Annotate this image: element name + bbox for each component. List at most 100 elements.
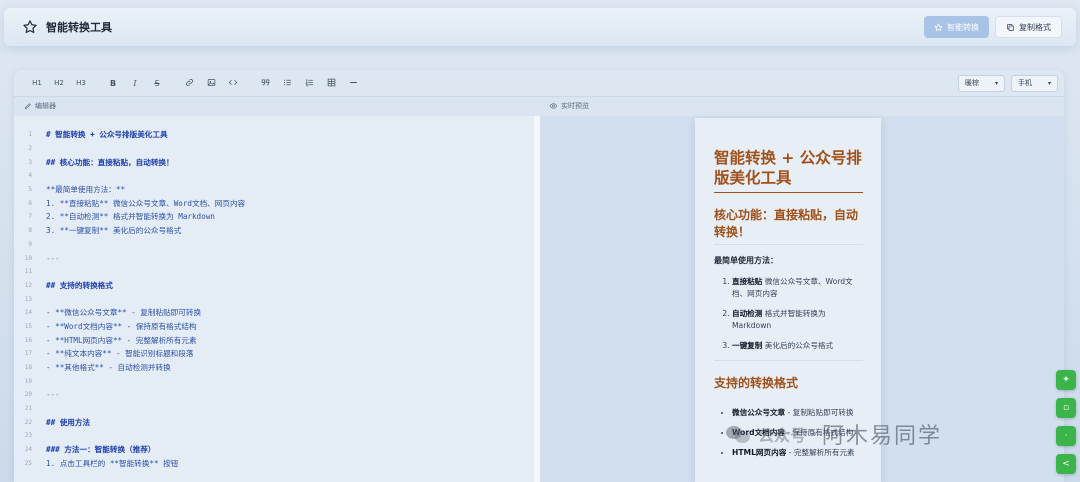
line-number: 22: [24, 418, 32, 426]
copy-format-label: 复制格式: [1019, 22, 1051, 32]
share-icon: <: [1062, 459, 1070, 469]
line-text: - **其他格式** - 自动检测并转换: [46, 363, 171, 373]
code-line: 13: [14, 292, 534, 306]
share-button[interactable]: <: [1056, 454, 1076, 474]
line-number: 19: [24, 377, 32, 385]
line-number: 24: [24, 446, 32, 454]
copy-icon: [1007, 23, 1014, 31]
code-line: 25 1. 点击工具栏的 **智能转换** 按钮: [14, 457, 534, 471]
theme-select-value: 暖棕: [964, 79, 979, 87]
list-item: 直接粘贴 微信公众号文章、Word文档、网页内容: [732, 276, 863, 300]
code-icon: [228, 79, 238, 85]
line-text: - **HTML网页内容** - 完整解析所有元素: [46, 335, 197, 345]
code-line: 17 - **纯文本内容** - 智能识别标题和段落: [14, 347, 534, 361]
device-select[interactable]: 手机 ▾: [1010, 74, 1058, 92]
line-number: 17: [24, 350, 32, 358]
line-number: 10: [24, 254, 32, 262]
line-text: 3. **一键复制** 美化后的公众号格式: [46, 226, 182, 236]
table-button[interactable]: [320, 78, 342, 89]
line-number: 15: [24, 322, 32, 330]
float-button-3[interactable]: ·: [1056, 426, 1076, 446]
bullet-list-icon: [283, 79, 291, 85]
float-button-1[interactable]: ✦: [1056, 370, 1076, 390]
ordered-list-button[interactable]: [298, 78, 320, 89]
eye-icon: [549, 102, 558, 109]
code-line: 15 - **Word文档内容** - 保持原有格式结构: [14, 320, 534, 334]
line-number: 8: [28, 227, 32, 235]
square-icon: ▫: [1062, 403, 1070, 413]
line-number: 4: [28, 172, 32, 180]
preview-title: 智能转换 + 公众号排版美化工具: [714, 148, 863, 193]
app-title: 智能转换工具: [46, 21, 112, 34]
quote-button[interactable]: [254, 78, 276, 89]
h3-button[interactable]: H3: [70, 79, 92, 87]
dot-icon: ·: [1064, 431, 1068, 441]
line-text: ---: [46, 253, 60, 263]
code-line: 8 3. **一键复制** 美化后的公众号格式: [14, 224, 534, 238]
theme-select[interactable]: 暖棕 ▾: [957, 74, 1005, 92]
smart-convert-label: 智能转换: [947, 22, 979, 32]
preview-divider: [714, 360, 863, 361]
h1-button[interactable]: H1: [26, 79, 48, 87]
code-line: 12 ## 支持的转换格式: [14, 279, 534, 293]
line-text: ---: [46, 390, 60, 400]
line-text: - **纯文本内容** - 智能识别标题和段落: [46, 349, 194, 359]
line-number: 21: [24, 405, 32, 413]
bold-button[interactable]: B: [102, 79, 124, 88]
line-text: ## 核心功能：直接粘贴，自动转换！: [46, 157, 174, 167]
code-line: 22 ## 使用方法: [14, 415, 534, 429]
preview-core-heading: 核心功能：直接粘贴，自动转换！: [714, 207, 863, 245]
h2-button[interactable]: H2: [48, 79, 70, 87]
code-line: 9: [14, 238, 534, 252]
pane-headers: 编辑器 实时预览: [14, 97, 1064, 114]
bullet-list-button[interactable]: [276, 78, 298, 89]
preview-steps-list: 直接粘贴 微信公众号文章、Word文档、网页内容 自动检测 格式并智能转换为 M…: [714, 276, 863, 352]
code-line: 4: [14, 169, 534, 183]
line-text: 2. **自动检测** 格式并智能转换为 Markdown: [46, 212, 215, 222]
code-lines: 1 # 智能转换 + 公众号排版美化工具 2 3 ## 核心功能：直接粘贴，自动转换！ 4…: [14, 116, 534, 470]
float-button-2[interactable]: ▫: [1056, 398, 1076, 418]
editor-label: 编辑器: [35, 101, 56, 110]
watermark-name: 阿木易同学: [822, 424, 943, 449]
quote-icon: [261, 79, 269, 85]
line-number: 11: [24, 268, 32, 276]
image-button[interactable]: [200, 78, 222, 89]
italic-button[interactable]: I: [124, 79, 146, 88]
code-button[interactable]: [222, 78, 244, 89]
preview-formats-heading: 支持的转换格式: [714, 376, 799, 390]
line-number: 16: [24, 336, 32, 344]
line-number: 12: [24, 281, 32, 289]
chevron-down-icon: ▾: [994, 79, 998, 87]
line-text: # 智能转换 + 公众号排版美化工具: [46, 130, 168, 140]
wechat-logo-icon: [726, 424, 752, 444]
code-line: 3 ## 核心功能：直接粘贴，自动转换！: [14, 155, 534, 169]
line-number: 23: [24, 432, 32, 440]
smart-convert-button[interactable]: 智能转换: [924, 16, 989, 38]
list-item: 自动检测 格式并智能转换为 Markdown: [732, 308, 863, 332]
code-line: 11: [14, 265, 534, 279]
code-line: 21: [14, 402, 534, 416]
star-icon: [934, 22, 943, 31]
link-button[interactable]: [178, 78, 200, 89]
line-number: 6: [28, 199, 32, 207]
line-number: 9: [28, 240, 32, 248]
horizontal-rule-button[interactable]: [342, 78, 364, 89]
line-number: 25: [24, 459, 32, 467]
line-number: 7: [28, 213, 32, 221]
preview-label: 实时预览: [561, 101, 589, 110]
pencil-icon: [24, 102, 31, 109]
code-line: 5 **最简单使用方法：**: [14, 183, 534, 197]
star-icon: [23, 20, 37, 34]
code-line: 7 2. **自动检测** 格式并智能转换为 Markdown: [14, 210, 534, 224]
copy-format-button[interactable]: 复制格式: [995, 16, 1062, 38]
image-icon: [207, 78, 215, 86]
markdown-editor[interactable]: 1 # 智能转换 + 公众号排版美化工具 2 3 ## 核心功能：直接粘贴，自动转换！ 4…: [14, 116, 534, 482]
watermark-dot: [812, 432, 817, 436]
line-text: - **Word文档内容** - 保持原有格式结构: [46, 321, 197, 331]
line-number: 20: [24, 391, 32, 399]
line-text: 1. 点击工具栏的 **智能转换** 按钮: [46, 458, 179, 468]
code-line: 20 ---: [14, 388, 534, 402]
code-line: 6 1. **直接粘贴** 微信公众号文章、Word文档、网页内容: [14, 196, 534, 210]
code-line: 23: [14, 429, 534, 443]
strikethrough-button[interactable]: S: [146, 79, 168, 88]
